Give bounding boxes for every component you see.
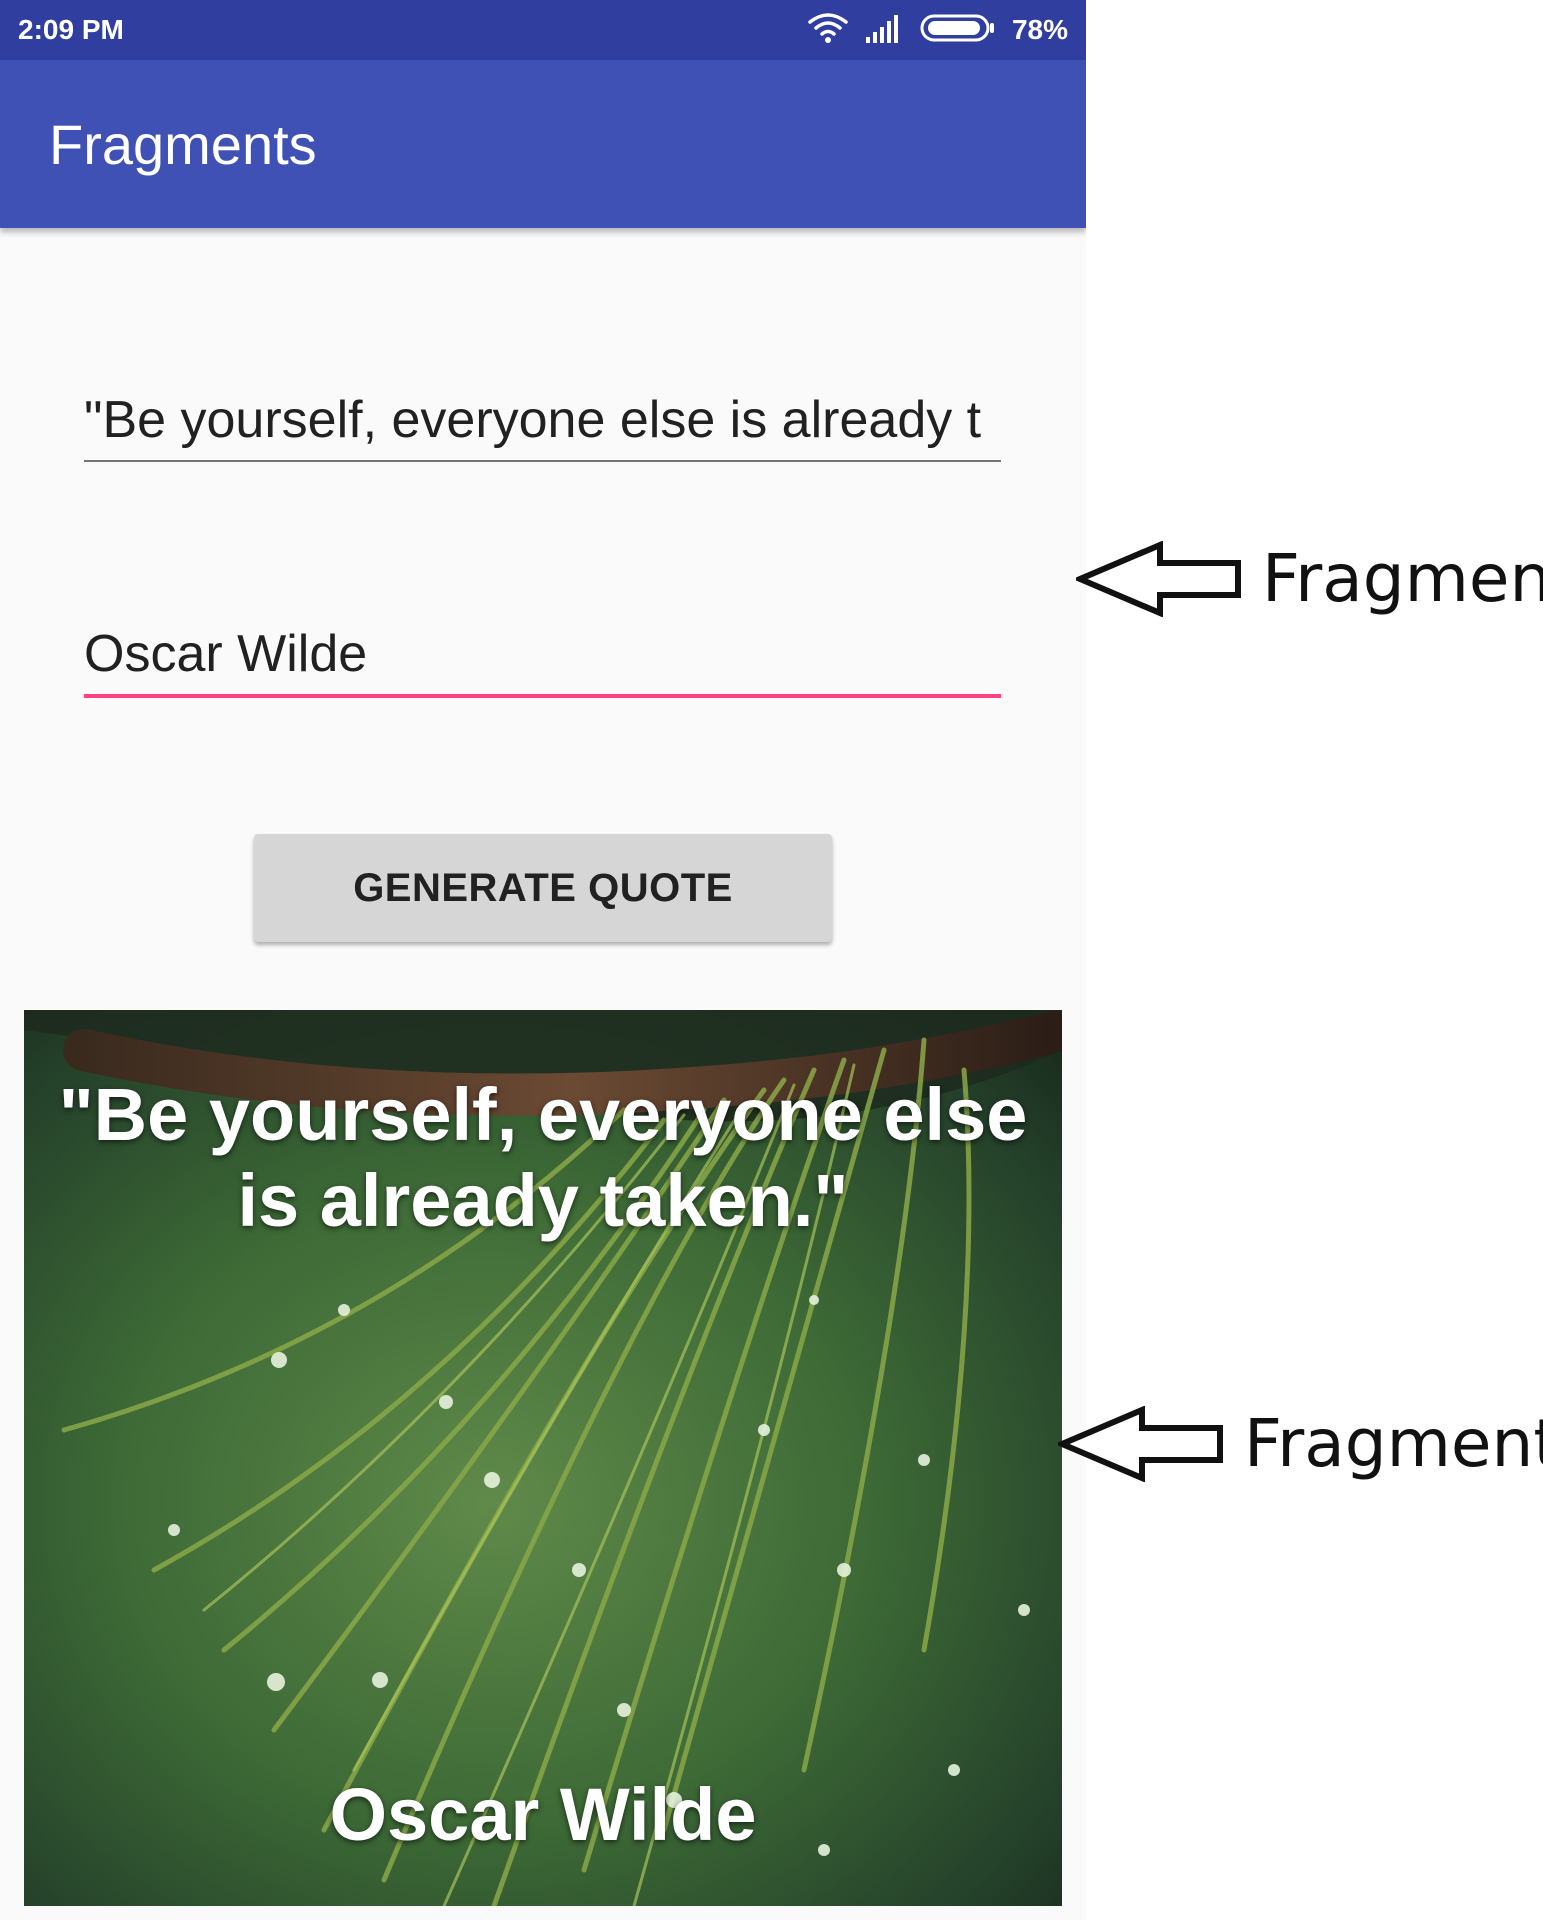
fragment-label-top: Fragment [1262, 540, 1543, 617]
battery-percent: 78% [1011, 14, 1068, 45]
quote-input[interactable]: "Be yourself, everyone else is already t [84, 388, 1001, 462]
author-input[interactable]: Oscar Wilde [84, 622, 1001, 698]
fragment-label-bottom: Fragment [1244, 1405, 1543, 1482]
status-bar: 2:09 PM 78% [0, 0, 1086, 60]
fragment-annotation-bottom: Fragment [1058, 1405, 1543, 1482]
quote-input-value: "Be yourself, everyone else is already t [84, 391, 982, 449]
fragment-annotation-top: Fragment [1076, 540, 1543, 617]
left-arrow-icon [1058, 1405, 1223, 1482]
generate-quote-label: GENERATE QUOTE [353, 865, 733, 910]
quote-card: "Be yourself, everyone else is already t… [24, 1010, 1062, 1906]
card-quote-text: "Be yourself, everyone else is already t… [58, 1073, 1028, 1242]
author-input-value: Oscar Wilde [84, 625, 368, 683]
status-icons: 78% [808, 10, 1068, 50]
phone-screen: 2:09 PM 78% Fragments "Be yourself, ever… [0, 0, 1086, 1920]
battery-icon [920, 13, 996, 48]
left-arrow-icon [1076, 540, 1241, 617]
generate-quote-button[interactable]: GENERATE QUOTE [254, 834, 832, 942]
wifi-icon [808, 12, 848, 49]
status-time: 2:09 PM [18, 14, 124, 45]
app-title: Fragments [49, 113, 317, 176]
card-author-text: Oscar Wilde [329, 1773, 757, 1856]
signal-icon [864, 13, 904, 48]
app-bar: Fragments [0, 60, 1086, 228]
